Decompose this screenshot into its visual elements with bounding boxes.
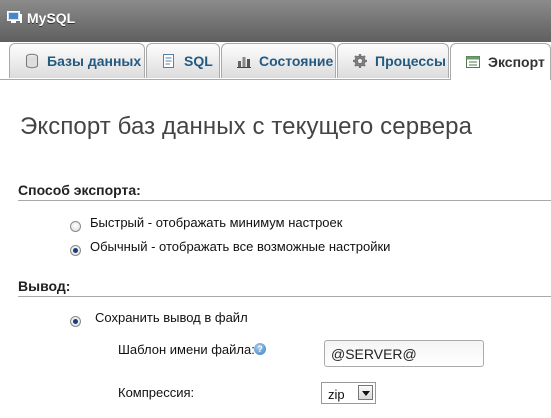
- tab-sql[interactable]: SQL: [146, 43, 220, 78]
- database-icon: [26, 53, 38, 69]
- tab-bar: Базы данных SQL Состояние Процессы Экспо…: [0, 42, 551, 80]
- chevron-down-icon: [358, 385, 373, 400]
- help-icon[interactable]: ?: [254, 343, 266, 355]
- tab-status-label: Состояние: [259, 53, 334, 69]
- gear-icon: [353, 54, 367, 68]
- page-title: Экспорт баз данных с текущего сервера: [20, 113, 473, 140]
- quick-export-label[interactable]: Быстрый - отображать минимум настроек: [90, 215, 342, 230]
- filename-template-label: Шаблон имени файла:: [118, 342, 255, 357]
- tab-databases-label: Базы данных: [47, 53, 142, 69]
- tab-databases[interactable]: Базы данных: [9, 43, 145, 78]
- quick-export-radio[interactable]: [70, 221, 81, 232]
- custom-export-label[interactable]: Обычный - отображать все возможные настр…: [90, 239, 390, 254]
- tab-export-label: Экспорт: [488, 54, 545, 70]
- custom-export-radio[interactable]: [70, 245, 81, 256]
- compression-label: Компрессия:: [118, 385, 195, 400]
- compression-value: zip: [328, 387, 345, 402]
- filename-template-input[interactable]: [324, 340, 484, 367]
- save-to-file-label[interactable]: Сохранить вывод в файл: [95, 310, 248, 325]
- status-icon: [237, 57, 251, 68]
- server-icon: [7, 11, 22, 23]
- output-heading: Вывод:: [18, 278, 71, 294]
- export-method-heading: Способ экспорта:: [18, 182, 141, 198]
- tab-status[interactable]: Состояние: [221, 43, 336, 78]
- tab-processes-label: Процессы: [375, 53, 446, 69]
- tab-sql-label: SQL: [184, 53, 213, 69]
- output-divider: [18, 296, 551, 297]
- export-method-divider: [18, 200, 551, 201]
- export-icon: [466, 56, 480, 68]
- server-title[interactable]: MySQL: [27, 10, 75, 26]
- compression-select[interactable]: zip: [321, 382, 376, 404]
- top-bar: MySQL: [0, 0, 551, 42]
- sql-icon: [163, 54, 174, 68]
- tab-processes[interactable]: Процессы: [337, 43, 449, 78]
- save-to-file-radio[interactable]: [70, 316, 81, 327]
- tab-export[interactable]: Экспорт: [450, 43, 551, 80]
